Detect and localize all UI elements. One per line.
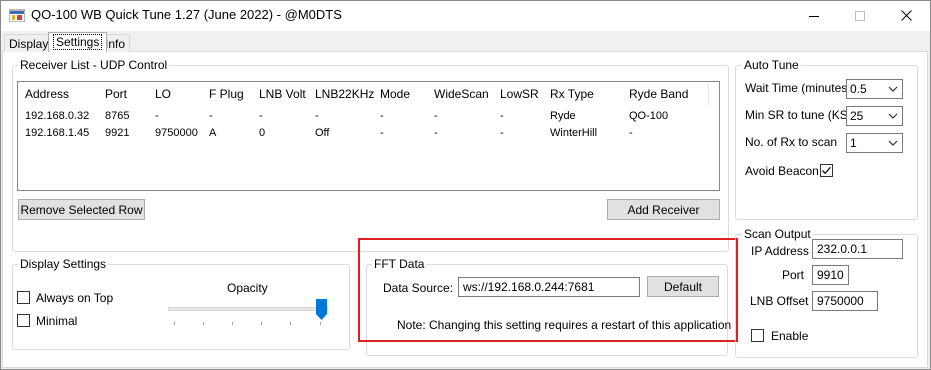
- column-header-lnb-volt[interactable]: LNB Volt: [259, 87, 306, 101]
- column-header-address[interactable]: Address: [25, 87, 69, 101]
- slider-tick: [320, 322, 321, 325]
- minimize-icon: [809, 15, 819, 17]
- checkmark-icon: [821, 166, 832, 175]
- table-cell: -: [434, 110, 438, 122]
- enable-label: Enable: [771, 329, 809, 343]
- table-cell: QO-100: [629, 110, 669, 122]
- opacity-slider-track[interactable]: [168, 307, 328, 311]
- column-header-lnb22khz[interactable]: LNB22KHz: [315, 87, 374, 101]
- port-label: Port: [782, 268, 805, 282]
- minimize-button[interactable]: [791, 1, 837, 30]
- maximize-button[interactable]: [837, 1, 883, 30]
- table-cell: 9921: [105, 127, 130, 139]
- table-cell: -: [500, 127, 504, 139]
- always-on-top-label: Always on Top: [36, 291, 114, 305]
- min-sr-value: 25: [850, 109, 864, 123]
- opacity-slider-thumb[interactable]: [316, 299, 327, 320]
- table-cell: -: [434, 127, 438, 139]
- close-icon: [900, 10, 912, 21]
- tab-settings-label: Settings: [53, 34, 103, 50]
- column-header-mode[interactable]: Mode: [380, 87, 410, 101]
- display-settings-title: Display Settings: [18, 257, 109, 271]
- tab-display[interactable]: Display: [4, 34, 54, 52]
- always-on-top-checkbox[interactable]: [17, 291, 30, 304]
- add-receiver-button[interactable]: Add Receiver: [607, 199, 720, 220]
- num-rx-label: No. of Rx to scan: [745, 135, 838, 149]
- opacity-label: Opacity: [227, 281, 268, 295]
- table-cell: -: [380, 110, 384, 122]
- close-button[interactable]: [883, 1, 929, 30]
- table-cell: -: [259, 110, 263, 122]
- receiver-list-title: Receiver List - UDP Control: [18, 58, 170, 72]
- table-cell: 9750000: [155, 127, 198, 139]
- table-cell: -: [380, 127, 384, 139]
- app-window-icon: [9, 9, 25, 22]
- slider-tick: [203, 322, 204, 325]
- scan-output-title: Scan Output: [742, 227, 813, 241]
- lnb-offset-input[interactable]: 9750000: [812, 291, 878, 311]
- column-separator: [708, 83, 709, 105]
- avoid-beacon-checkbox[interactable]: [820, 164, 833, 177]
- num-rx-value: 1: [850, 136, 857, 150]
- table-cell: Off: [315, 127, 330, 139]
- table-cell: -: [629, 127, 633, 139]
- auto-tune-title: Auto Tune: [742, 58, 801, 72]
- table-cell: -: [209, 110, 213, 122]
- table-cell: A: [209, 127, 217, 139]
- avoid-beacon-label: Avoid Beacon: [745, 164, 819, 178]
- column-header-lo[interactable]: LO: [155, 87, 171, 101]
- port-input[interactable]: 9910: [812, 265, 849, 285]
- table-cell: -: [155, 110, 159, 122]
- table-cell: 192.168.0.32: [25, 110, 90, 122]
- lnb-offset-label: LNB Offset: [750, 294, 809, 308]
- maximize-icon: [855, 10, 865, 21]
- slider-tick: [174, 322, 175, 325]
- minimal-checkbox[interactable]: [17, 314, 30, 327]
- slider-tick: [290, 322, 291, 325]
- chevron-down-icon: [888, 86, 898, 92]
- slider-tick: [232, 322, 233, 325]
- min-sr-label: Min SR to tune (KS): [745, 108, 852, 122]
- table-cell: Ryde: [550, 110, 576, 122]
- chevron-down-icon: [888, 140, 898, 146]
- highlight-box: [358, 238, 738, 342]
- table-cell: -: [315, 110, 319, 122]
- column-header-port[interactable]: Port: [105, 87, 127, 101]
- table-cell: -: [500, 110, 504, 122]
- remove-selected-row-button[interactable]: Remove Selected Row: [18, 199, 145, 220]
- column-header-f-plug[interactable]: F Plug: [209, 87, 244, 101]
- column-header-ryde-band[interactable]: Ryde Band: [629, 87, 688, 101]
- column-header-rx-type[interactable]: Rx Type: [550, 87, 594, 101]
- wait-time-label: Wait Time (minutes): [745, 81, 852, 95]
- ip-address-input[interactable]: 232.0.0.1: [812, 239, 903, 259]
- wait-time-value: 0.5: [850, 82, 867, 96]
- minimal-label: Minimal: [36, 314, 78, 328]
- ip-address-label: IP Address: [751, 244, 809, 258]
- num-rx-select[interactable]: 1: [846, 133, 903, 153]
- table-cell: 192.168.1.45: [25, 127, 90, 139]
- slider-tick: [261, 322, 262, 325]
- wait-time-select[interactable]: 0.5: [846, 79, 903, 99]
- min-sr-select[interactable]: 25: [846, 106, 903, 126]
- chevron-down-icon: [888, 113, 898, 119]
- tab-settings[interactable]: Settings: [48, 32, 108, 52]
- table-cell: WinterHill: [550, 127, 598, 139]
- table-cell: 0: [259, 127, 266, 139]
- column-header-widescan[interactable]: WideScan: [434, 87, 489, 101]
- column-header-lowsr[interactable]: LowSR: [500, 87, 539, 101]
- window-title: QO-100 WB Quick Tune 1.27 (June 2022) - …: [31, 7, 342, 22]
- table-cell: 8765: [105, 110, 130, 122]
- enable-checkbox[interactable]: [751, 329, 764, 342]
